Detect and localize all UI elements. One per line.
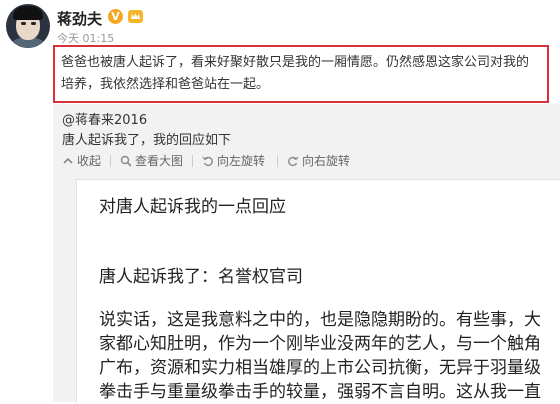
avatar[interactable] [6, 4, 50, 48]
rotate-right-button[interactable]: 向右旋转 [287, 151, 350, 171]
magnify-icon [120, 155, 132, 167]
article-title: 对唐人起诉我的一点回应 [99, 197, 286, 217]
post-text-highlighted: 爸爸也被唐人起诉了，看来好聚好散只是我的一厢情愿。仍然感恩这家公司对我的培养，我… [53, 45, 549, 103]
toolbar-divider [277, 155, 278, 167]
article-paragraph: 说实话，这是我意料之中的，也是隐隐期盼的。有些事，大 家都心知肚明，作为一个刚毕… [99, 308, 559, 404]
article-image[interactable]: 对唐人起诉我的一点回应 唐人起诉我了：名誉权官司 说实话，这是我意料之中的，也是… [76, 179, 560, 403]
verified-badge-icon: V [108, 9, 123, 24]
avatar-eye-right [31, 22, 36, 25]
post-timestamp: 今天 01:15 [57, 32, 115, 45]
rotate-left-label: 向左旋转 [217, 154, 266, 168]
article-line: 说实话，这是我意料之中的，也是隐隐期盼的。有些事，大 [99, 310, 541, 330]
collapse-label: 收起 [77, 154, 102, 168]
repost-text: 唐人起诉我了，我的回应如下 [62, 133, 232, 148]
rotate-right-icon [288, 156, 299, 167]
collapse-arrow-icon [63, 157, 73, 164]
collapse-button[interactable]: 收起 [62, 151, 101, 171]
toolbar-divider [110, 155, 111, 167]
article-line: 广布，资源和实力相当雄厚的上市公司抗衡，无异于羽量级 [99, 358, 541, 378]
rotate-left-button[interactable]: 向左旋转 [202, 151, 265, 171]
article-line: 拳击手与重量级拳击手的较量，强弱不言自明。这从我一直 [99, 382, 541, 402]
rotate-left-icon [202, 156, 213, 167]
rotate-right-label: 向右旋转 [302, 154, 351, 168]
repost-username[interactable]: @蒋春来2016 [62, 109, 147, 128]
article-line: 家都心知肚明，作为一个刚毕业没两年的艺人，与一个触角 [99, 334, 541, 354]
article-subtitle: 唐人起诉我了：名誉权官司 [99, 267, 303, 287]
member-crown-icon [128, 10, 143, 23]
post-text: 爸爸也被唐人起诉了，看来好聚好散只是我的一厢情愿。仍然感恩这家公司对我的培养，我… [61, 55, 530, 92]
view-large-image-label: 查看大图 [135, 154, 184, 168]
avatar-eye-left [21, 22, 26, 25]
toolbar-divider [192, 155, 193, 167]
avatar-hair [13, 6, 43, 20]
view-large-image-button[interactable]: 查看大图 [120, 151, 183, 171]
post-username[interactable]: 蒋劲夫 [57, 8, 102, 29]
